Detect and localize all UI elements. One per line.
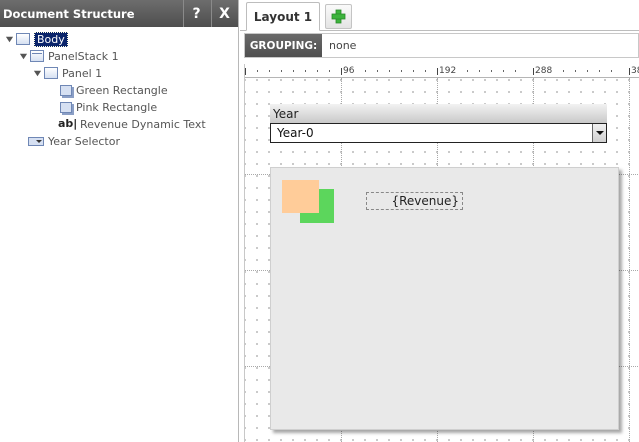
expand-arrow-icon[interactable]	[4, 34, 14, 44]
year-dropdown[interactable]: Year-0	[270, 123, 607, 143]
tree-item-label: Year Selector	[48, 134, 120, 148]
tree-item-label: Revenue Dynamic Text	[80, 117, 206, 131]
grid-line	[629, 78, 630, 442]
grouping-label: GROUPING:	[245, 34, 322, 57]
tree-item-panelstack[interactable]: PanelStack 1	[18, 48, 119, 64]
close-button[interactable]: X	[211, 0, 237, 27]
document-structure-header: Document Structure ? X	[0, 0, 238, 27]
pink-rectangle[interactable]	[282, 180, 319, 213]
box-icon	[16, 33, 30, 45]
grouping-value[interactable]: none	[329, 34, 356, 57]
expand-arrow-icon[interactable]	[18, 51, 28, 61]
panel-title: Document Structure	[3, 6, 135, 21]
expand-arrow-icon[interactable]	[32, 68, 42, 78]
layout-tabbar: Layout 1	[240, 0, 639, 31]
text-icon: ab|	[58, 117, 78, 130]
dropdown-arrow-icon[interactable]	[592, 124, 606, 142]
layout-editor: Layout 1 GROUPING: none 96 192 288 3 Yea…	[240, 0, 639, 442]
year-dropdown-value: Year-0	[277, 126, 314, 140]
panel-icon	[44, 67, 58, 79]
tree-item-label: Pink Rectangle	[76, 100, 158, 114]
design-canvas[interactable]: 96 192 288 38	[244, 64, 639, 442]
tree-item-body[interactable]: Body	[4, 31, 68, 47]
tree-item-label: PanelStack 1	[48, 49, 119, 63]
revenue-dynamic-text[interactable]: {Revenue}	[366, 192, 463, 210]
tree-item-green-rectangle[interactable]: Green Rectangle	[60, 82, 168, 98]
year-selector[interactable]: Year Year-0	[270, 104, 607, 147]
ruler-mark: 96	[343, 66, 355, 76]
tree-item-label: Body	[34, 31, 68, 47]
tree-item-label: Panel 1	[62, 66, 103, 80]
ruler-mark: 288	[535, 66, 553, 76]
tree-item-revenue-text[interactable]: ab| Revenue Dynamic Text	[58, 116, 206, 132]
tree-item-year-selector[interactable]: Year Selector	[28, 133, 120, 149]
tree-item-label: Green Rectangle	[76, 83, 168, 97]
horizontal-ruler: 96 192 288 38	[245, 64, 639, 78]
tab-layout-1[interactable]: Layout 1	[246, 2, 320, 31]
tree-item-panel[interactable]: Panel 1	[32, 65, 102, 81]
add-layout-button[interactable]	[325, 4, 352, 29]
ruler-mark: 38	[631, 66, 639, 76]
grouping-bar: GROUPING: none	[244, 33, 639, 58]
ruler-mark: 192	[439, 66, 457, 76]
rectangle-icon	[60, 84, 72, 96]
year-selector-header: Year	[270, 104, 607, 123]
tree-item-pink-rectangle[interactable]: Pink Rectangle	[60, 99, 157, 115]
help-button[interactable]: ?	[183, 0, 209, 27]
selector-icon	[28, 136, 44, 146]
document-structure-panel: Document Structure ? X Body PanelStack 1	[0, 0, 239, 442]
plus-icon	[331, 9, 346, 24]
rectangle-icon	[60, 101, 72, 113]
panelstack-icon	[30, 50, 44, 62]
panel-1[interactable]: {Revenue}	[270, 167, 619, 430]
